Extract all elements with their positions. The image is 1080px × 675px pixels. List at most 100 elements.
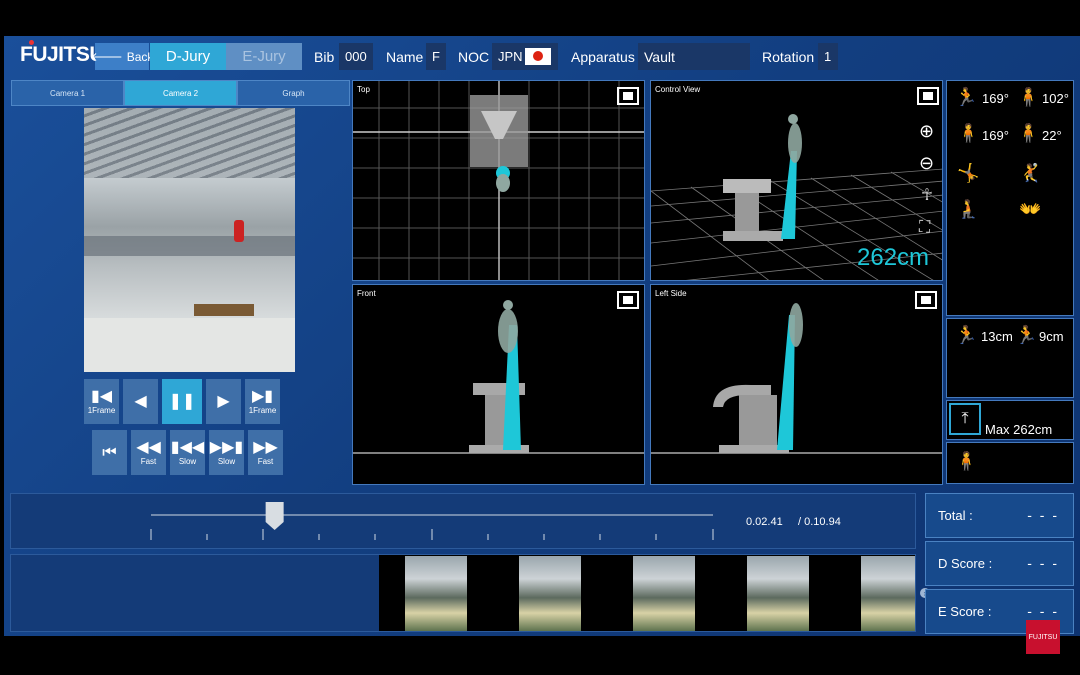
tab-d-jury[interactable]: D-Jury — [150, 43, 226, 70]
noc-label: NOC — [458, 49, 490, 65]
thumbnail-frame[interactable] — [519, 556, 581, 631]
japan-flag-icon — [524, 48, 551, 65]
total-time: / 0.10.94 — [798, 516, 841, 528]
frame-icon[interactable]: ⛶ — [919, 219, 930, 237]
header-bar: FUJITSU 🡐 Back D-Jury E-Jury Bib 000 Nam… — [4, 36, 1080, 78]
arrow-left-icon: 🡐 — [90, 50, 123, 64]
rewind-slow-label: Slow — [178, 457, 197, 466]
tab-camera-1[interactable]: Camera 1 — [11, 80, 124, 106]
rewind-fast-label: Fast — [140, 457, 157, 466]
d-score-box: D Score : - - - — [925, 541, 1074, 586]
step-back-icon: ▮◀ — [90, 388, 113, 405]
forward-slow-label: Slow — [217, 457, 236, 466]
split-icon[interactable]: 🤸 — [957, 163, 979, 184]
angle-value-3: 169° — [982, 128, 1009, 143]
angle-value-4: 22° — [1042, 128, 1062, 143]
max-height-icon[interactable]: ⤒ — [949, 403, 981, 435]
thumbnail-frame[interactable] — [633, 556, 695, 631]
skip-start-button[interactable]: ⏮ — [92, 430, 127, 475]
pause-icon: ❚❚ — [168, 392, 196, 410]
total-score-box: Total : - - - — [925, 493, 1074, 538]
step-forward-button[interactable]: ▶▮ 1Frame — [245, 379, 280, 424]
lean-angle-icon[interactable]: 🧍 — [1017, 123, 1039, 144]
forward-fast-button[interactable]: ▶▶ Fast — [248, 430, 283, 475]
fullscreen-icon[interactable] — [915, 291, 937, 309]
pause-button[interactable]: ❚❚ — [162, 379, 202, 424]
hip-angle-icon[interactable]: 🏃 — [955, 87, 977, 108]
forward-slow-icon: ▶▶▮ — [209, 439, 244, 456]
skip-start-icon: ⏮ — [102, 443, 117, 461]
rewind-slow-button[interactable]: ▮◀◀ Slow — [170, 430, 205, 475]
distance-value-2: 9cm — [1039, 329, 1064, 344]
knee-angle-icon[interactable]: 🧍 — [1017, 87, 1039, 108]
apparatus-label: Apparatus — [571, 49, 635, 65]
total-score-value: - - - — [1027, 507, 1059, 523]
camera-video[interactable] — [84, 108, 295, 372]
fullscreen-icon[interactable] — [617, 87, 639, 105]
bib-value: 000 — [339, 43, 373, 70]
landing-distance-icon[interactable]: 🏃 — [955, 325, 977, 346]
video-gymnast — [234, 220, 244, 242]
tuck-icon[interactable]: 🧎 — [957, 199, 979, 220]
back-button[interactable]: 🡐 Back — [91, 43, 153, 70]
total-score-label: Total : — [938, 508, 973, 523]
thumbnail-frame[interactable] — [861, 556, 915, 631]
d-score-value: - - - — [1027, 555, 1059, 571]
front-view[interactable]: Front — [352, 284, 645, 485]
top-view[interactable]: Top — [352, 80, 645, 281]
fullscreen-icon[interactable] — [617, 291, 639, 309]
body-angle-icon[interactable]: 🧍 — [957, 123, 979, 144]
thumbnail-strip[interactable] — [10, 554, 916, 632]
twist-icon[interactable]: 🤾 — [1019, 163, 1041, 184]
camera-tabs: Camera 1 Camera 2 Graph — [11, 80, 350, 106]
rewind-slow-icon: ▮◀◀ — [170, 439, 205, 456]
thumbnail-frame[interactable] — [405, 556, 467, 631]
tab-camera-2[interactable]: Camera 2 — [124, 80, 237, 106]
forward-fast-label: Fast — [257, 457, 274, 466]
max-height-value: Max 262cm — [985, 422, 1053, 437]
zoom-in-icon[interactable]: ⊕ — [919, 121, 934, 142]
video-floor — [84, 318, 295, 372]
zoom-out-icon[interactable]: ⊖ — [919, 153, 934, 174]
app-window: FUJITSU 🡐 Back D-Jury E-Jury Bib 000 Nam… — [4, 36, 1080, 636]
top-view-label: Top — [357, 85, 370, 94]
playback-row-1: ▮◀ 1Frame ◀ ❚❚ ▶ ▶▮ 1Frame — [84, 379, 280, 424]
fullscreen-icon[interactable] — [917, 87, 939, 105]
thumbnail-frame[interactable] — [747, 556, 809, 631]
timeline-scrubber[interactable] — [265, 502, 284, 530]
left-side-view[interactable]: Left Side — [650, 284, 943, 485]
skeleton-icon[interactable]: ☥ — [921, 185, 933, 205]
noc-value: JPN — [498, 49, 523, 64]
step-forward-label: 1Frame — [248, 406, 277, 415]
angle-value-2: 102° — [1042, 91, 1069, 106]
landing-icon[interactable]: 🧍 — [955, 451, 977, 472]
name-value: F — [426, 43, 446, 70]
bib-label: Bib — [314, 49, 335, 65]
tab-e-jury[interactable]: E-Jury — [226, 43, 302, 70]
top-view-grid — [353, 81, 644, 280]
front-view-scene — [353, 300, 644, 454]
landing-panel: 🧍 — [946, 442, 1074, 484]
front-view-label: Front — [357, 289, 376, 298]
video-rail — [84, 236, 295, 256]
logo-dot — [29, 40, 34, 45]
control-view[interactable]: Control View ⊕ ⊖ ☥ ⛶ 262cm — [650, 80, 943, 281]
play-button[interactable]: ▶ — [206, 379, 241, 424]
forward-slow-button[interactable]: ▶▶▮ Slow — [209, 430, 244, 475]
distance-value-1: 13cm — [981, 329, 1013, 344]
step-distance-icon[interactable]: 🏃 — [1015, 325, 1037, 346]
step-back-button[interactable]: ▮◀ 1Frame — [84, 379, 119, 424]
d-score-label: D Score : — [938, 556, 993, 571]
play-reverse-button[interactable]: ◀ — [123, 379, 158, 424]
angle-value-1: 169° — [982, 91, 1009, 106]
play-reverse-icon: ◀ — [134, 392, 147, 410]
e-score-value: - - - — [1027, 603, 1059, 619]
hands-icon[interactable]: 👐 — [1019, 199, 1041, 220]
e-score-label: E Score : — [938, 604, 992, 619]
tab-graph[interactable]: Graph — [237, 80, 350, 106]
height-readout: 262cm — [857, 244, 930, 271]
video-roof — [84, 108, 295, 178]
rewind-fast-button[interactable]: ◀◀ Fast — [131, 430, 166, 475]
forward-fast-icon: ▶▶ — [253, 439, 278, 456]
rotation-value: 1 — [818, 43, 838, 70]
